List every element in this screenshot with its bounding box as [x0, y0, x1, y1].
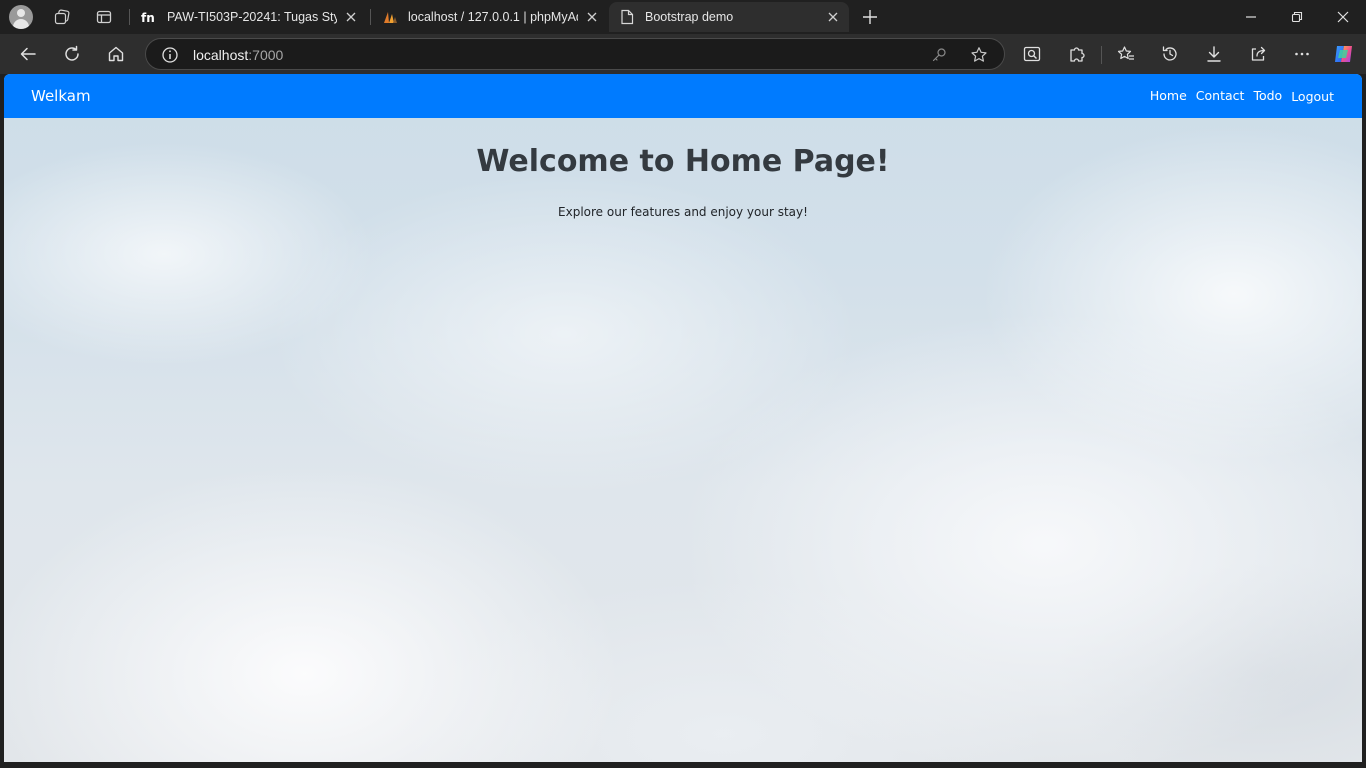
- more-options-icon[interactable]: [1287, 39, 1317, 69]
- vertical-tabs-icon[interactable]: [91, 5, 117, 29]
- svg-text:fn: fn: [141, 11, 155, 25]
- tab-strip: fn PAW-TI503P-20241: Tugas Styling local…: [0, 0, 1366, 34]
- tab-separator: [129, 9, 130, 25]
- screenshot-search-icon[interactable]: [1017, 39, 1047, 69]
- extensions-icon[interactable]: [1062, 39, 1092, 69]
- nav-links: Home Contact Todo Logout: [1150, 88, 1334, 104]
- close-window-icon[interactable]: [1320, 0, 1366, 34]
- nav-link-contact[interactable]: Contact: [1196, 88, 1245, 104]
- tab-title: Bootstrap demo: [645, 10, 734, 24]
- tab-moodle[interactable]: fn PAW-TI503P-20241: Tugas Styling: [131, 2, 367, 32]
- tab-separator: [370, 9, 371, 25]
- minimize-icon[interactable]: [1228, 0, 1274, 34]
- url-port: :7000: [248, 47, 284, 63]
- tab-title: PAW-TI503P-20241: Tugas Styling: [167, 10, 337, 24]
- window-bottom-border: [0, 762, 1366, 768]
- tab-title: localhost / 127.0.0.1 | phpMyAdm: [408, 10, 578, 24]
- favorite-star-icon[interactable]: [969, 45, 989, 65]
- restore-icon[interactable]: [1274, 0, 1320, 34]
- nav-link-todo[interactable]: Todo: [1253, 88, 1282, 104]
- history-icon[interactable]: [1155, 39, 1185, 69]
- tab-bootstrap-demo[interactable]: Bootstrap demo: [609, 2, 849, 32]
- phpmyadmin-sail-icon: [382, 9, 398, 25]
- profile-avatar[interactable]: [9, 5, 33, 29]
- toolbar-separator: [1101, 46, 1102, 64]
- navbar-brand[interactable]: Welkam: [31, 87, 91, 105]
- page-title: Welcome to Home Page!: [476, 144, 890, 179]
- top-navbar: Welkam Home Contact Todo Logout: [4, 74, 1362, 118]
- moodle-fn-icon: fn: [141, 9, 157, 25]
- home-icon[interactable]: [101, 39, 131, 69]
- favorites-icon[interactable]: [1111, 39, 1141, 69]
- nav-link-logout[interactable]: Logout: [1291, 89, 1334, 104]
- close-tab-icon[interactable]: [825, 9, 841, 25]
- page-subtitle: Explore our features and enjoy your stay…: [558, 205, 808, 219]
- page-viewport: Welkam Home Contact Todo Logout Welcome …: [4, 74, 1362, 762]
- browser-toolbar: localhost:7000: [0, 34, 1366, 74]
- close-tab-icon[interactable]: [343, 9, 359, 25]
- refresh-icon[interactable]: [57, 39, 87, 69]
- close-tab-icon[interactable]: [584, 9, 600, 25]
- workspaces-icon[interactable]: [49, 5, 75, 29]
- back-icon[interactable]: [13, 39, 43, 69]
- nav-link-home[interactable]: Home: [1150, 88, 1187, 104]
- copilot-icon[interactable]: [1329, 39, 1359, 69]
- address-bar[interactable]: localhost:7000: [145, 38, 1005, 70]
- document-icon: [619, 9, 635, 25]
- new-tab-icon[interactable]: [857, 5, 883, 29]
- download-icon[interactable]: [1199, 39, 1229, 69]
- url-text: localhost:7000: [193, 47, 283, 63]
- password-key-icon[interactable]: [929, 45, 949, 65]
- share-icon[interactable]: [1243, 39, 1273, 69]
- tab-phpmyadmin[interactable]: localhost / 127.0.0.1 | phpMyAdm: [372, 2, 608, 32]
- site-info-icon[interactable]: [161, 46, 179, 64]
- url-host: localhost: [193, 47, 249, 63]
